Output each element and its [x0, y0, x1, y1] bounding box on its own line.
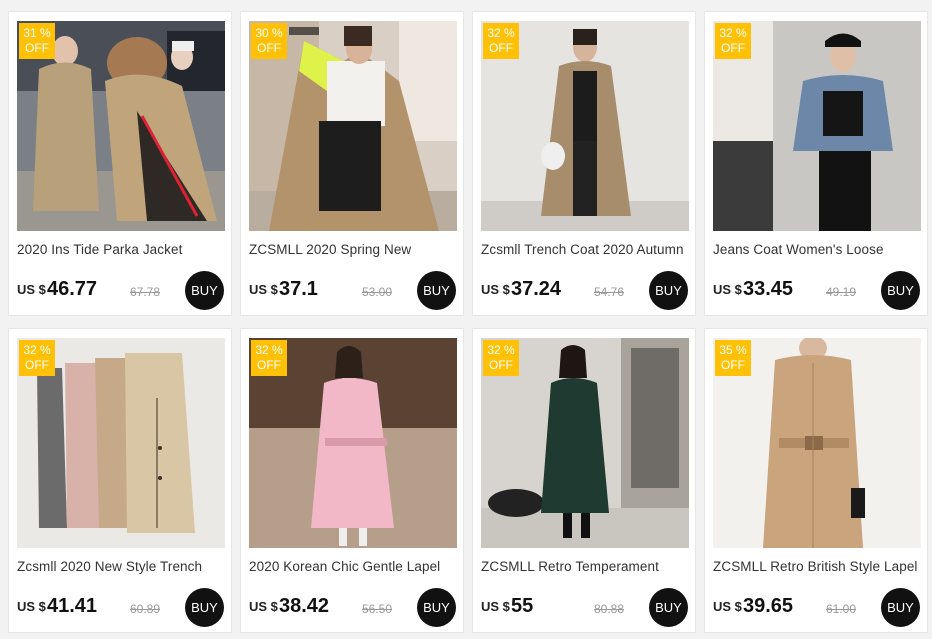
discount-off-label: OFF: [257, 358, 281, 372]
product-title[interactable]: 2020 Korean Chic Gentle Lapel: [249, 559, 461, 577]
discount-off-label: OFF: [721, 41, 745, 55]
currency-label: US $: [481, 599, 510, 614]
buy-button[interactable]: BUY: [185, 588, 224, 627]
buy-button[interactable]: BUY: [881, 588, 920, 627]
sale-price: 39.65: [743, 595, 794, 617]
product-card[interactable]: 31 % OFF 2020 Ins Tide Parka Jacket US $…: [8, 11, 232, 316]
product-image[interactable]: 32 % OFF: [249, 338, 457, 548]
discount-badge: 32 % OFF: [19, 340, 55, 376]
original-price: 80.88: [594, 602, 625, 616]
original-price: 61.00: [826, 602, 857, 616]
currency-label: US $: [713, 599, 742, 614]
original-price: 56.50: [362, 602, 393, 616]
product-title[interactable]: ZCSMLL 2020 Spring New: [249, 242, 461, 260]
product-card[interactable]: 35 % OFF ZCSMLL Retro British Style Lape…: [704, 328, 928, 633]
discount-percent: 35 %: [719, 343, 747, 357]
product-image[interactable]: 31 % OFF: [17, 21, 225, 231]
sale-price: 37.1: [279, 278, 318, 300]
currency-label: US $: [249, 599, 278, 614]
product-image[interactable]: 35 % OFF: [713, 338, 921, 548]
discount-off-label: OFF: [489, 41, 513, 55]
sale-price: 55: [511, 595, 534, 617]
discount-badge: 31 % OFF: [19, 23, 55, 59]
discount-percent: 31 %: [23, 26, 51, 40]
discount-badge: 35 % OFF: [715, 340, 751, 376]
discount-percent: 32 %: [487, 26, 515, 40]
discount-percent: 30 %: [255, 26, 283, 40]
discount-percent: 32 %: [255, 343, 283, 357]
product-title[interactable]: 2020 Ins Tide Parka Jacket: [17, 242, 229, 260]
discount-badge: 30 % OFF: [251, 23, 287, 59]
currency-label: US $: [17, 599, 46, 614]
product-card[interactable]: 32 % OFF Jeans Coat Women's Loose US $ 3…: [704, 11, 928, 316]
product-grid: 31 % OFF 2020 Ins Tide Parka Jacket US $…: [6, 11, 930, 637]
sale-price: 33.45: [743, 278, 794, 300]
product-image[interactable]: 30 % OFF: [249, 21, 457, 231]
currency-label: US $: [249, 282, 278, 297]
product-image[interactable]: 32 % OFF: [17, 338, 225, 548]
discount-badge: 32 % OFF: [715, 23, 751, 59]
discount-off-label: OFF: [489, 358, 513, 372]
product-title[interactable]: ZCSMLL Retro Temperament: [481, 559, 693, 577]
buy-button[interactable]: BUY: [881, 271, 920, 310]
currency-label: US $: [713, 282, 742, 297]
buy-button[interactable]: BUY: [649, 588, 688, 627]
buy-button[interactable]: BUY: [185, 271, 224, 310]
discount-badge: 32 % OFF: [483, 340, 519, 376]
product-card[interactable]: 32 % OFF Zcsmll Trench Coat 2020 Autumn …: [472, 11, 696, 316]
sale-price: 46.77: [47, 278, 98, 300]
discount-percent: 32 %: [719, 26, 747, 40]
discount-off-label: OFF: [25, 41, 49, 55]
product-card[interactable]: 30 % OFF ZCSMLL 2020 Spring New US $ 37.…: [240, 11, 464, 316]
product-image[interactable]: 32 % OFF: [481, 21, 689, 231]
buy-button[interactable]: BUY: [417, 588, 456, 627]
product-card[interactable]: 32 % OFF ZCSMLL Retro Temperament US $ 5…: [472, 328, 696, 633]
discount-off-label: OFF: [721, 358, 745, 372]
product-title[interactable]: Zcsmll 2020 New Style Trench: [17, 559, 229, 577]
original-price: 54.76: [594, 285, 625, 299]
original-price: 67.78: [130, 285, 161, 299]
currency-label: US $: [481, 282, 510, 297]
product-title[interactable]: Jeans Coat Women's Loose: [713, 242, 925, 260]
discount-badge: 32 % OFF: [251, 340, 287, 376]
sale-price: 41.41: [47, 595, 98, 617]
discount-badge: 32 % OFF: [483, 23, 519, 59]
discount-off-label: OFF: [25, 358, 49, 372]
product-image[interactable]: 32 % OFF: [713, 21, 921, 231]
buy-button[interactable]: BUY: [649, 271, 688, 310]
discount-percent: 32 %: [23, 343, 51, 357]
product-card[interactable]: 32 % OFF Zcsmll 2020 New Style Trench US…: [8, 328, 232, 633]
currency-label: US $: [17, 282, 46, 297]
discount-percent: 32 %: [487, 343, 515, 357]
original-price: 49.19: [826, 285, 857, 299]
product-title[interactable]: ZCSMLL Retro British Style Lapel: [713, 559, 925, 577]
product-title[interactable]: Zcsmll Trench Coat 2020 Autumn: [481, 242, 693, 260]
original-price: 60.89: [130, 602, 161, 616]
product-image[interactable]: 32 % OFF: [481, 338, 689, 548]
sale-price: 37.24: [511, 278, 562, 300]
product-card[interactable]: 32 % OFF 2020 Korean Chic Gentle Lapel U…: [240, 328, 464, 633]
discount-off-label: OFF: [257, 41, 281, 55]
buy-button[interactable]: BUY: [417, 271, 456, 310]
original-price: 53.00: [362, 285, 393, 299]
sale-price: 38.42: [279, 595, 330, 617]
